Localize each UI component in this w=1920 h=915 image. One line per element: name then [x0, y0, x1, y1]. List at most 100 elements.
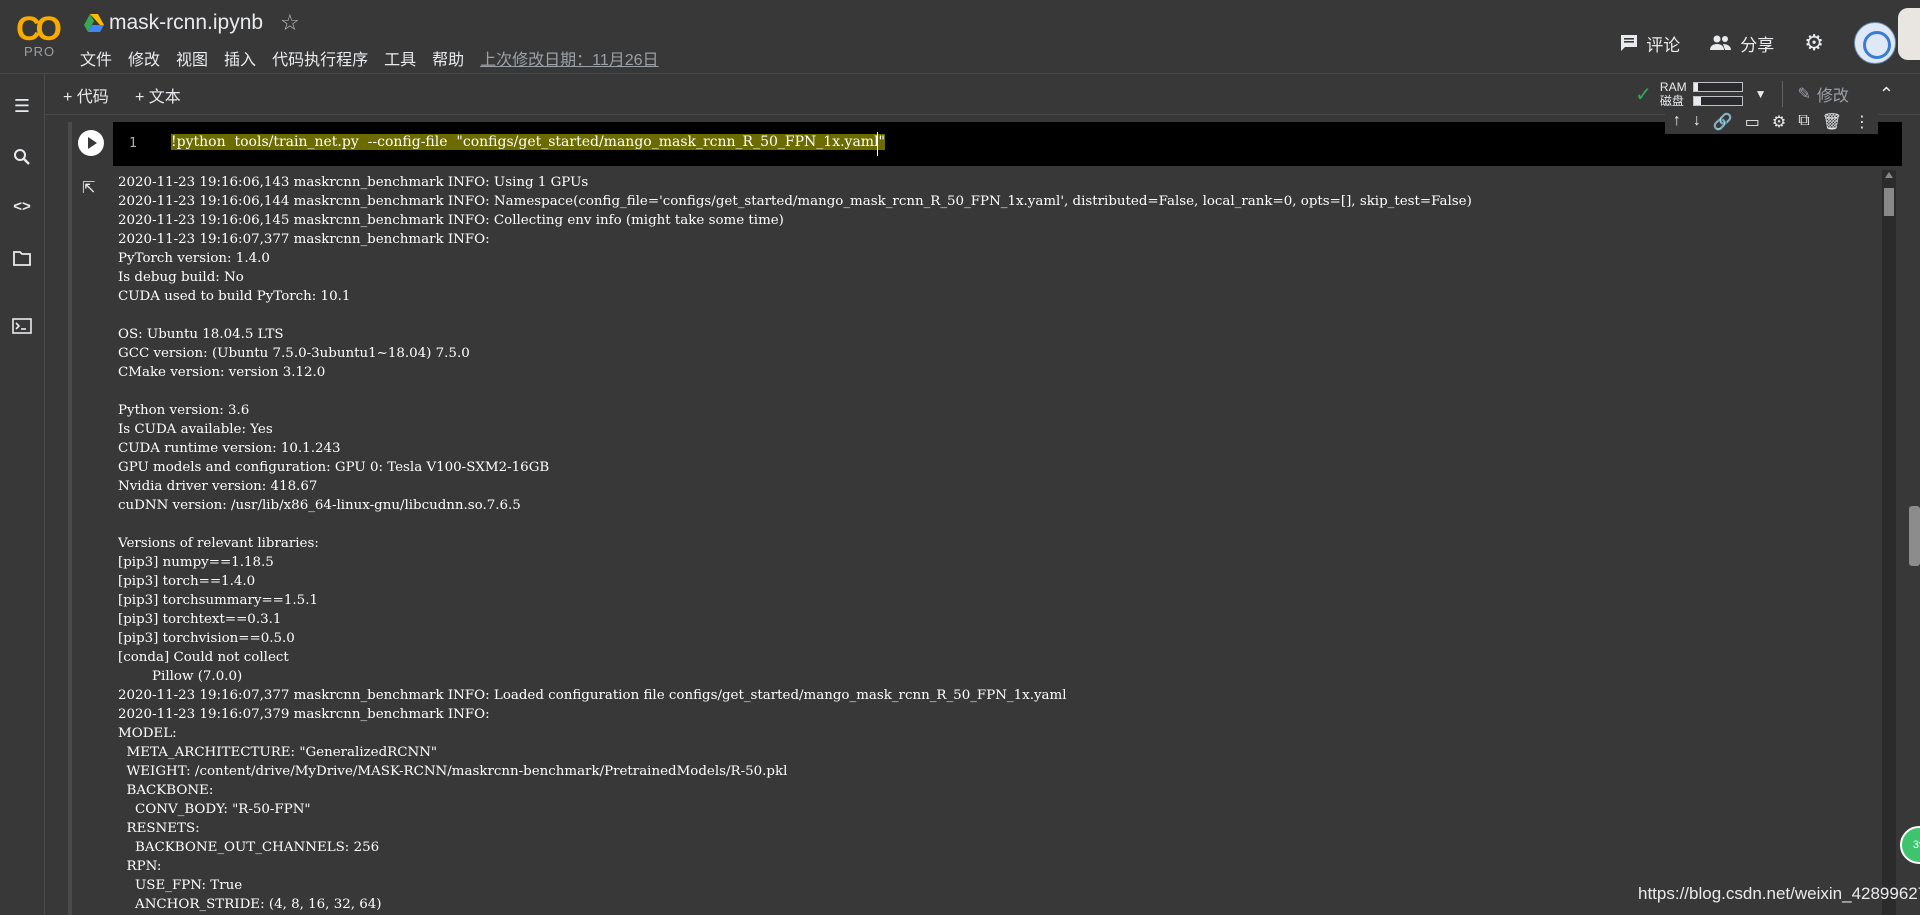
output-line: GCC version: (Ubuntu 7.5.0-3ubuntu1~18.0… — [118, 346, 470, 361]
folder-icon[interactable] — [11, 250, 33, 272]
output-line: 2020-11-23 19:16:06,144 maskrcnn_benchma… — [118, 194, 1472, 209]
code-line[interactable]: !python tools/train_net.py --config-file… — [171, 134, 885, 150]
disk-usage-fill — [1693, 97, 1701, 105]
menu-bar: 文件 修改 视图 插入 代码执行程序 工具 帮助 上次修改日期：11月26日 — [80, 46, 659, 70]
disk-usage-bar — [1692, 96, 1743, 106]
output-line: [pip3] numpy==1.18.5 — [118, 555, 274, 570]
terminal-icon[interactable] — [11, 318, 33, 340]
people-icon — [1710, 35, 1732, 50]
output-line: [pip3] torchtext==0.3.1 — [118, 612, 282, 627]
settings-gear-icon[interactable]: ⚙ — [1804, 30, 1824, 56]
output-line: Is debug build: No — [118, 270, 244, 285]
add-code-button[interactable]: + 代码 — [63, 83, 109, 107]
output-line: RESNETS: — [118, 821, 200, 836]
add-text-button[interactable]: + 文本 — [135, 83, 181, 107]
edit-label: 修改 — [1816, 88, 1849, 105]
output-line: WEIGHT: /content/drive/MyDrive/MASK-RCNN… — [118, 764, 788, 779]
text-cursor — [877, 132, 878, 156]
table-of-contents-icon[interactable]: ☰ — [11, 96, 33, 118]
cell-settings-icon[interactable]: ⚙ — [1772, 112, 1786, 132]
output-line: META_ARCHITECTURE: "GeneralizedRCNN" — [118, 745, 438, 760]
output-line: CONV_BODY: "R-50-FPN" — [118, 802, 311, 817]
menu-file[interactable]: 文件 — [80, 46, 120, 70]
output-line: 2020-11-23 19:16:07,377 maskrcnn_benchma… — [118, 232, 490, 247]
output-line: BACKBONE: — [118, 783, 214, 798]
pencil-icon: ✎ — [1797, 86, 1811, 103]
code-snippets-icon[interactable]: <> — [11, 198, 33, 220]
more-options-icon[interactable]: ⋮ — [1854, 112, 1870, 132]
google-drive-icon — [84, 14, 104, 32]
output-line: 2020-11-23 19:16:07,377 maskrcnn_benchma… — [118, 688, 1067, 703]
floating-badge[interactable]: 39 — [1900, 826, 1920, 864]
share-button[interactable]: 分享 — [1710, 31, 1774, 56]
left-sidebar: ☰ <> — [0, 74, 45, 915]
output-line: PyTorch version: 1.4.0 — [118, 251, 270, 266]
output-line: 2020-11-23 19:16:06,145 maskrcnn_benchma… — [118, 213, 784, 228]
output-line: Nvidia driver version: 418.67 — [118, 479, 318, 494]
move-up-icon[interactable]: ↑ — [1673, 112, 1681, 132]
move-down-icon[interactable]: ↓ — [1693, 112, 1701, 132]
output-line: ANCHOR_STRIDE: (4, 8, 16, 32, 64) — [118, 897, 382, 912]
output-line: GPU models and configuration: GPU 0: Tes… — [118, 460, 550, 475]
connected-check-icon: ✓ — [1635, 83, 1652, 106]
resource-bars[interactable] — [1692, 82, 1743, 106]
menu-insert[interactable]: 插入 — [216, 46, 264, 70]
header-actions: 评论 分享 ⚙ — [1620, 22, 1920, 64]
output-line: 2020-11-23 19:16:07,379 maskrcnn_benchma… — [118, 707, 490, 722]
delete-icon[interactable]: 🗑 — [1822, 112, 1842, 132]
output-line: CUDA runtime version: 10.1.243 — [118, 441, 341, 456]
resource-labels[interactable]: RAM 磁盘 — [1660, 80, 1687, 108]
comment-label: 评论 — [1646, 35, 1681, 55]
comment-button[interactable]: 评论 — [1620, 31, 1680, 56]
output-line: MODEL: — [118, 726, 177, 741]
notebook-toolbar: + 代码 + 文本 ✓ RAM 磁盘 ▼ ✎ 修改 ⌃ — [45, 74, 1920, 115]
menu-help[interactable]: 帮助 — [424, 46, 472, 70]
menu-edit[interactable]: 修改 — [120, 46, 168, 70]
code-editor[interactable]: 1 !python tools/train_net.py --config-fi… — [113, 122, 1902, 166]
cell-focus-bar — [68, 122, 72, 915]
scroll-up-arrow-icon[interactable] — [1885, 172, 1893, 178]
output-scrollbar[interactable] — [1882, 170, 1896, 915]
toolbar-divider — [1782, 81, 1784, 107]
last-edit-link[interactable]: 上次修改日期：11月26日 — [480, 46, 658, 70]
output-actions-icon[interactable]: ⇱ — [82, 178, 95, 198]
watermark-text: https://blog.csdn.net/weixin_42899627 — [1638, 884, 1920, 903]
menu-view[interactable]: 视图 — [168, 46, 216, 70]
comment-cell-icon[interactable]: ▭ — [1745, 112, 1760, 132]
output-line: [conda] Could not collect — [118, 650, 289, 665]
output-line: 2020-11-23 19:16:06,143 maskrcnn_benchma… — [118, 175, 589, 190]
ram-usage-fill — [1693, 83, 1699, 91]
code-text: !python tools/train_net.py --config-file… — [171, 134, 885, 150]
ram-usage-bar — [1692, 82, 1743, 92]
comment-icon — [1621, 35, 1638, 51]
link-icon[interactable]: 🔗 — [1713, 112, 1733, 132]
star-icon[interactable]: ☆ — [280, 10, 300, 36]
colab-logo[interactable]: CO PRO — [14, 10, 64, 60]
output-line: Python version: 3.6 — [118, 403, 250, 418]
output-line: RPN: — [118, 859, 162, 874]
mirror-cell-icon[interactable]: ⧉ — [1798, 112, 1809, 132]
search-icon[interactable] — [11, 148, 33, 170]
edit-mode-button[interactable]: ✎ 修改 — [1797, 82, 1848, 106]
output-line: BACKBONE_OUT_CHANNELS: 256 — [118, 840, 380, 855]
notebook-title[interactable]: mask-rcnn.ipynb — [109, 11, 263, 35]
output-line: Versions of relevant libraries: — [118, 536, 319, 551]
runtime-dropdown-icon[interactable]: ▼ — [1755, 87, 1767, 101]
output-line: CUDA used to build PyTorch: 10.1 — [118, 289, 351, 304]
line-number: 1 — [129, 136, 137, 151]
output-line: OS: Ubuntu 18.04.5 LTS — [118, 327, 284, 342]
output-line: [pip3] torchsummary==1.5.1 — [118, 593, 318, 608]
output-line: [pip3] torch==1.4.0 — [118, 574, 256, 589]
ram-label: RAM — [1659, 80, 1687, 94]
menu-tools[interactable]: 工具 — [376, 46, 424, 70]
run-cell-button[interactable] — [78, 130, 104, 156]
output-scroll-thumb[interactable] — [1884, 188, 1894, 216]
share-label: 分享 — [1740, 35, 1775, 55]
user-avatar[interactable] — [1854, 22, 1896, 64]
collapse-header-icon[interactable]: ⌃ — [1879, 84, 1894, 105]
code-cell[interactable]: 1 !python tools/train_net.py --config-fi… — [68, 110, 1902, 915]
page-scroll-thumb[interactable] — [1909, 506, 1920, 566]
disk-label: 磁盘 — [1659, 94, 1684, 108]
menu-runtime[interactable]: 代码执行程序 — [264, 46, 376, 70]
